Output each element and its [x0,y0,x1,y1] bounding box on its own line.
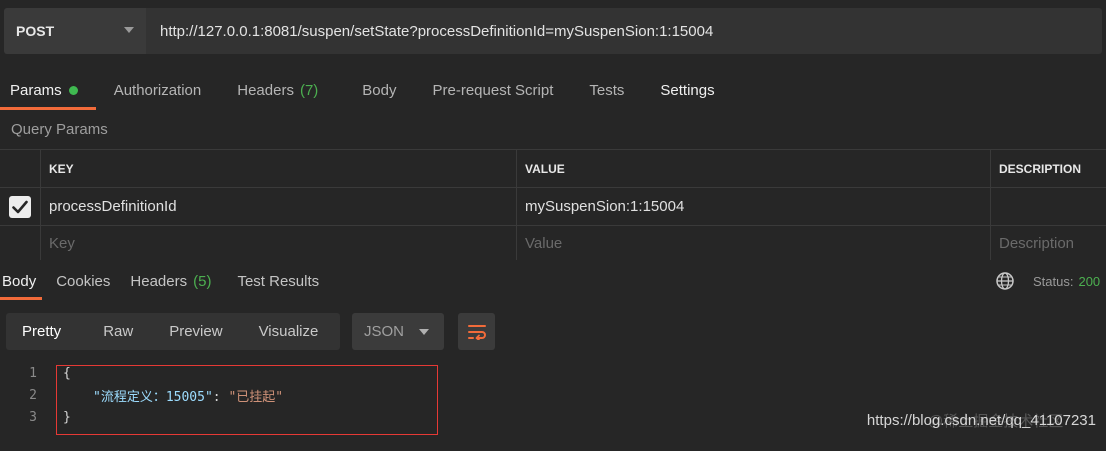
param-value-field[interactable]: mySuspenSion:1:15004 [517,188,991,225]
response-tab-headers-count: (5) [193,272,212,290]
view-mode-toolbar: Pretty Raw Preview Visualize [6,313,340,350]
view-preview-button[interactable]: Preview [149,313,238,350]
method-select[interactable]: POST [4,8,146,54]
line-number: 3 [29,409,37,425]
query-params-title: Query Params [11,121,108,138]
status-label: Status: [1033,273,1074,289]
tab-authorization[interactable]: Authorization [96,70,220,110]
view-visualize-button[interactable]: Visualize [239,313,335,350]
new-key-input[interactable]: Key [41,226,517,260]
row-checkbox-cell [0,188,41,225]
url-input[interactable]: http://127.0.0.1:8081/suspen/setState?pr… [146,8,1102,54]
highlight-box [56,365,438,435]
status-value: 200 [1078,273,1101,289]
header-checkbox-cell [0,150,41,187]
header-value: VALUE [517,150,991,187]
tab-body-label: Body [362,81,397,99]
response-tabs: Body Cookies Headers (5) Test Results [0,262,329,300]
response-tab-cookies[interactable]: Cookies [46,262,120,300]
empty-checkbox-cell [0,226,41,260]
new-description-input[interactable]: Description [991,226,1106,260]
format-label: JSON [364,323,405,340]
view-raw-button[interactable]: Raw [77,313,149,350]
tab-tests-label: Tests [589,81,625,99]
line-number: 1 [29,365,37,381]
tab-headers[interactable]: Headers (7) [219,70,336,110]
tab-settings-label: Settings [660,81,715,99]
table-header-row: KEY VALUE DESCRIPTION [0,150,1106,188]
wrap-lines-icon [467,324,486,340]
chevron-down-icon [124,27,134,33]
response-tab-cookies-label: Cookies [56,272,111,290]
table-row: processDefinitionId mySuspenSion:1:15004 [0,188,1106,226]
tab-params[interactable]: Params [0,70,96,110]
response-tab-headers[interactable]: Headers (5) [120,262,221,300]
line-number: 2 [29,387,37,403]
params-indicator-dot [68,85,78,95]
response-tab-body-label: Body [2,272,37,290]
tab-pre-request-script-label: Pre-request Script [432,81,554,99]
request-tabs: Params Authorization Headers (7) Body Pr… [0,70,733,110]
response-tab-headers-label: Headers [130,272,188,290]
tab-params-label: Params [10,81,62,99]
table-row-empty: Key Value Description [0,226,1106,260]
tab-tests[interactable]: Tests [571,70,642,110]
response-tab-test-results-label: Test Results [237,272,320,290]
status-area: Status: 200 [995,268,1100,294]
response-tab-test-results[interactable]: Test Results [221,262,329,300]
checkmark-icon [12,200,28,213]
header-description: DESCRIPTION [999,161,1082,176]
param-key-field[interactable]: processDefinitionId [41,188,517,225]
wrap-lines-button[interactable] [458,313,495,350]
header-key: KEY [41,150,517,187]
tab-pre-request-script[interactable]: Pre-request Script [415,70,572,110]
chevron-down-icon [419,329,429,335]
tab-headers-count: (7) [299,81,319,99]
tab-headers-label: Headers [237,81,294,99]
format-select[interactable]: JSON [352,313,444,350]
tab-body[interactable]: Body [336,70,414,110]
view-pretty-button[interactable]: Pretty [6,313,77,350]
method-label: POST [16,23,55,39]
tab-authorization-label: Authorization [113,81,202,99]
request-bar: POST http://127.0.0.1:8081/suspen/setSta… [0,0,1106,62]
new-value-input[interactable]: Value [517,226,991,260]
watermark-url: https://blog.csdn.net/qq_41107231 [866,412,1096,429]
param-description-field[interactable] [991,188,1106,225]
enabled-checkbox[interactable] [9,195,31,218]
url-text: http://127.0.0.1:8081/suspen/setState?pr… [160,22,714,40]
tab-settings[interactable]: Settings [642,70,732,110]
response-tab-body[interactable]: Body [0,262,46,300]
globe-icon[interactable] [995,271,1015,291]
params-table: KEY VALUE DESCRIPTION processDefinitionI… [0,149,1106,260]
